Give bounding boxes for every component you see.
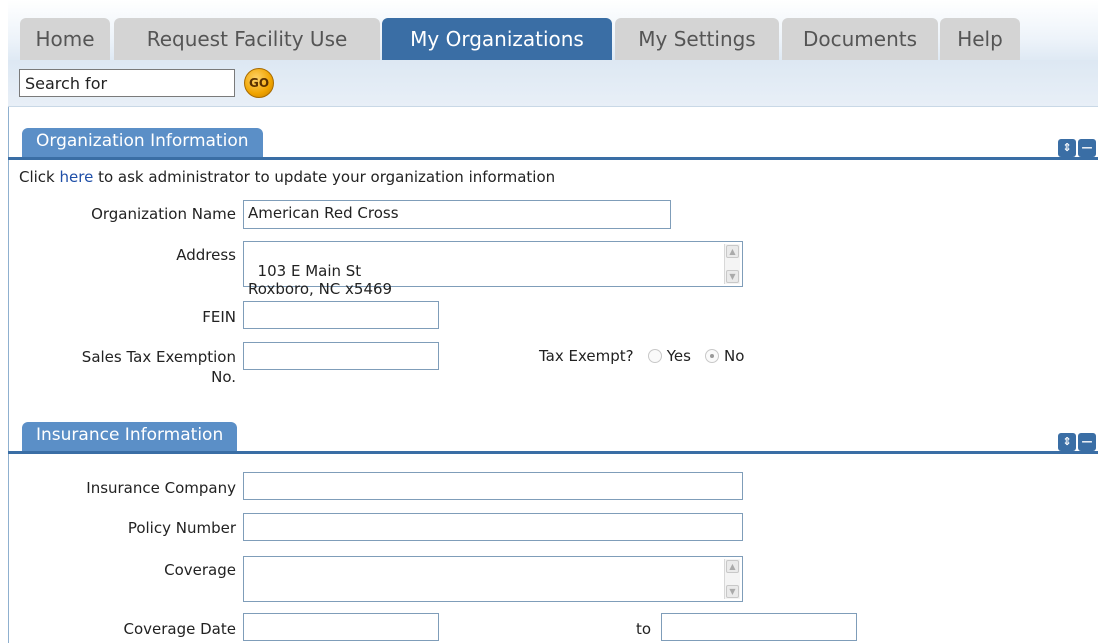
insurance-company-field[interactable] — [243, 472, 743, 500]
scroll-down-icon[interactable]: ▼ — [726, 585, 739, 598]
go-button[interactable]: GO — [244, 68, 274, 98]
search-bar: GO — [8, 60, 1098, 107]
tab-help[interactable]: Help — [940, 18, 1020, 60]
coverage-label: Coverage — [164, 561, 236, 579]
update-request-link[interactable]: here — [60, 168, 94, 186]
tax-exempt-yes-radio[interactable] — [647, 349, 662, 363]
tax-exempt-yes-label: Yes — [666, 347, 691, 365]
scroll-up-icon[interactable]: ▲ — [726, 560, 739, 573]
tab-request-facility-use[interactable]: Request Facility Use — [114, 18, 380, 60]
organization-section-title: Organization Information — [22, 128, 263, 157]
coverage-field[interactable]: ▲ ▼ — [243, 556, 743, 602]
insurance-company-label: Insurance Company — [86, 479, 236, 497]
tax-exempt-no-label: No — [724, 347, 745, 365]
collapse-icon[interactable]: — — [1078, 139, 1096, 157]
coverage-date-to-field[interactable] — [661, 613, 857, 641]
scroll-up-icon[interactable]: ▲ — [726, 245, 739, 258]
policy-number-field[interactable] — [243, 513, 743, 541]
notice-suffix: to ask administrator to update your orga… — [93, 168, 556, 186]
tax-exempt-group: Tax Exempt? Yes No — [539, 347, 744, 365]
insurance-section-title: Insurance Information — [22, 422, 238, 451]
tax-exempt-label: Tax Exempt? — [539, 347, 634, 365]
tab-my-organizations[interactable]: My Organizations — [382, 18, 612, 60]
sales-tax-exemption-label: Sales Tax Exemption No. — [20, 347, 236, 387]
address-field[interactable]: 103 E Main St Roxboro, NC x5469 ▲ ▼ — [243, 241, 743, 298]
notice-prefix: Click — [19, 168, 60, 186]
sales-tax-label-line2: No. — [211, 368, 236, 386]
section-controls: ⇕ — — [1058, 433, 1098, 451]
organization-name-field[interactable]: American Red Cross — [243, 200, 671, 229]
search-input[interactable] — [19, 69, 235, 97]
tax-exempt-no-radio[interactable] — [705, 349, 720, 363]
expand-icon[interactable]: ⇕ — [1058, 139, 1076, 157]
address-label: Address — [176, 246, 236, 264]
organization-section-header: Organization Information ⇕ — — [8, 128, 1098, 160]
tab-my-settings[interactable]: My Settings — [615, 18, 779, 60]
sales-tax-label-line1: Sales Tax Exemption — [81, 348, 236, 366]
expand-icon[interactable]: ⇕ — [1058, 433, 1076, 451]
collapse-icon[interactable]: — — [1078, 433, 1096, 451]
sales-tax-exemption-field[interactable] — [243, 342, 439, 370]
tab-documents[interactable]: Documents — [782, 18, 938, 60]
fein-field[interactable] — [243, 301, 439, 329]
organization-name-label: Organization Name — [91, 205, 236, 223]
insurance-section-header: Insurance Information ⇕ — — [8, 422, 1098, 454]
address-value: 103 E Main St Roxboro, NC x5469 — [248, 262, 393, 298]
tab-home[interactable]: Home — [20, 18, 110, 60]
coverage-date-from-field[interactable] — [243, 613, 439, 641]
section-controls: ⇕ — — [1058, 139, 1098, 157]
scroll-down-icon[interactable]: ▼ — [726, 270, 739, 283]
coverage-date-to-label: to — [636, 620, 652, 638]
go-button-icon: GO — [248, 76, 270, 90]
coverage-scrollbar[interactable]: ▲ ▼ — [724, 559, 740, 599]
main-tab-bar: Home Request Facility Use My Organizatio… — [8, 0, 1098, 63]
coverage-date-label: Coverage Date — [123, 620, 237, 638]
update-notice: Click here to ask administrator to updat… — [19, 168, 555, 186]
address-scrollbar[interactable]: ▲ ▼ — [724, 244, 740, 284]
policy-number-label: Policy Number — [127, 519, 236, 537]
fein-label: FEIN — [202, 308, 236, 326]
